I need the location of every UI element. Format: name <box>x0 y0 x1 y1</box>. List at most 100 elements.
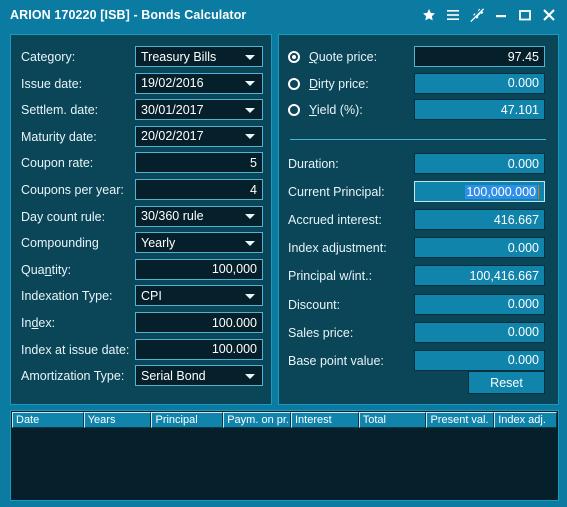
label-coupons-per-year: Coupons per year: <box>21 179 124 201</box>
radio-dirty-price[interactable]: Dirty price: <box>288 73 369 95</box>
maximize-icon[interactable] <box>513 2 537 28</box>
close-icon[interactable] <box>537 2 561 28</box>
input-accrued-interest[interactable]: 416.667 <box>414 209 545 231</box>
field-label: Discount: <box>288 297 341 312</box>
input-value: 0.000 <box>507 353 539 368</box>
combo-indexation-type[interactable]: CPI <box>135 285 263 307</box>
reset-button-label: Reset <box>490 375 523 390</box>
column-header-label: Paym. on pr. <box>227 414 289 426</box>
field-label: Index adjustment: <box>288 241 387 256</box>
radio-yield[interactable]: Yield (%): <box>288 99 363 121</box>
input-value: 0.000 <box>507 325 539 340</box>
input-value: 5 <box>250 155 257 170</box>
input-value: 416.667 <box>493 212 539 227</box>
label-compounding: Compounding <box>21 232 99 254</box>
field-label: Maturity date: <box>21 129 97 144</box>
input-index-adjustment[interactable]: 0.000 <box>414 237 545 259</box>
label-settlem-date: Settlem. date: <box>21 99 98 121</box>
table-column-header-principal[interactable]: Principal <box>151 412 224 428</box>
column-header-label: Present val. <box>430 414 489 426</box>
window-title: ARION 170220 [ISB] - Bonds Calculator <box>10 8 247 22</box>
table-body[interactable] <box>11 428 558 498</box>
field-label: Indexation Type: <box>21 289 113 304</box>
chevron-down-icon[interactable] <box>245 107 255 113</box>
label-coupon-rate: Coupon rate: <box>21 152 93 174</box>
radio-label: Dirty price: <box>309 76 369 91</box>
input-base-point-value[interactable]: 0.000 <box>414 349 545 371</box>
chevron-down-icon[interactable] <box>245 214 255 220</box>
field-label: Settlem. date: <box>21 103 99 118</box>
label-category: Category: <box>21 46 75 68</box>
field-label: Index at issue date: <box>21 342 130 357</box>
column-header-label: Years <box>87 414 116 426</box>
combo-category[interactable]: Treasury Bills <box>135 46 263 67</box>
field-label: Accrued interest: <box>288 213 382 228</box>
radio-button-icon[interactable] <box>288 51 300 63</box>
table-column-header-interest[interactable]: Interest <box>290 412 359 428</box>
combo-day-count-rule[interactable]: 30/360 rule <box>135 205 263 227</box>
input-index-at-issue-date[interactable]: 100.000 <box>135 338 263 360</box>
pin-off-icon[interactable] <box>465 2 489 28</box>
field-label: Principal w/int.: <box>288 269 373 284</box>
combo-amortization-type[interactable]: Serial Bond <box>135 365 263 387</box>
chevron-down-icon[interactable] <box>245 373 255 379</box>
panel-separator <box>290 139 546 140</box>
field-label: Issue date: <box>21 76 83 91</box>
label-issue-date: Issue date: <box>21 73 82 95</box>
input-dirty-price[interactable]: 0.000 <box>414 72 545 94</box>
minimize-icon[interactable] <box>489 2 513 28</box>
input-value: 0.000 <box>507 297 539 311</box>
label-principal-w-int: Principal w/int.: <box>288 265 372 287</box>
table-column-header-paym-on-pr[interactable]: Paym. on pr. <box>223 412 291 428</box>
chevron-down-icon[interactable] <box>245 134 255 140</box>
input-index[interactable]: 100.000 <box>135 312 263 333</box>
table-column-header-years[interactable]: Years <box>83 412 152 428</box>
pricing-results-panel: Quote price: 97.45 Dirty price: 0.000 Yield … <box>278 34 559 405</box>
field-label: Day count rule: <box>21 209 106 224</box>
input-coupon-rate[interactable]: 5 <box>135 152 263 174</box>
input-discount[interactable]: 0.000 <box>414 293 545 315</box>
radio-button-icon[interactable] <box>288 104 300 117</box>
input-current-principal[interactable]: 100,000.000 <box>414 181 545 203</box>
input-quote-price[interactable]: 97.45 <box>414 46 545 67</box>
input-yield[interactable]: 47.101 <box>414 99 545 121</box>
input-duration[interactable]: 0.000 <box>414 153 545 174</box>
field-label: Sales price: <box>288 325 354 340</box>
radio-quote-price[interactable]: Quote price: <box>288 46 377 68</box>
column-header-label: Total <box>362 414 386 426</box>
chevron-down-icon[interactable] <box>245 54 255 60</box>
star-icon[interactable] <box>417 2 441 28</box>
input-value: 0.000 <box>507 156 539 171</box>
radio-button-icon[interactable] <box>288 77 300 90</box>
field-label: Coupons per year: <box>21 183 124 197</box>
table-column-header-date[interactable]: Date <box>12 412 84 428</box>
input-quantity[interactable]: 100,000 <box>135 258 263 280</box>
field-label: Coupon rate: <box>21 156 94 171</box>
input-coupons-per-year[interactable]: 4 <box>135 179 263 200</box>
combo-compounding[interactable]: Yearly <box>135 232 263 254</box>
hamburger-menu-icon[interactable] <box>441 2 465 28</box>
title-bar: ARION 170220 [ISB] - Bonds Calculator <box>1 1 567 29</box>
input-value: 100.000 <box>211 315 257 330</box>
label-sales-price: Sales price: <box>288 322 353 344</box>
combo-value: 30/360 rule <box>141 209 204 224</box>
field-label: Current Principal: <box>288 185 385 200</box>
table-column-header-present-val[interactable]: Present val. <box>426 412 495 428</box>
label-index-adjustment: Index adjustment: <box>288 237 387 259</box>
table-column-header-index-adj[interactable]: Index adj. <box>494 412 557 428</box>
table-column-header-total[interactable]: Total <box>358 412 427 428</box>
label-index-at-issue-date: Index at issue date: <box>21 339 129 361</box>
field-label: Compounding <box>21 236 99 251</box>
combo-settlem-date[interactable]: 30/01/2017 <box>135 99 263 121</box>
combo-value: 30/01/2017 <box>141 102 204 117</box>
chevron-down-icon[interactable] <box>245 81 255 87</box>
input-sales-price[interactable]: 0.000 <box>414 321 545 343</box>
combo-issue-date[interactable]: 19/02/2016 <box>135 72 263 94</box>
input-principal-w-int[interactable]: 100,416.667 <box>414 265 545 287</box>
combo-maturity-date[interactable]: 20/02/2017 <box>135 125 263 147</box>
input-value: 100,000.000 <box>465 184 537 199</box>
chevron-down-icon[interactable] <box>245 240 255 246</box>
input-value: 0.000 <box>507 240 539 255</box>
chevron-down-icon[interactable] <box>245 293 255 299</box>
reset-button[interactable]: Reset <box>468 371 545 394</box>
